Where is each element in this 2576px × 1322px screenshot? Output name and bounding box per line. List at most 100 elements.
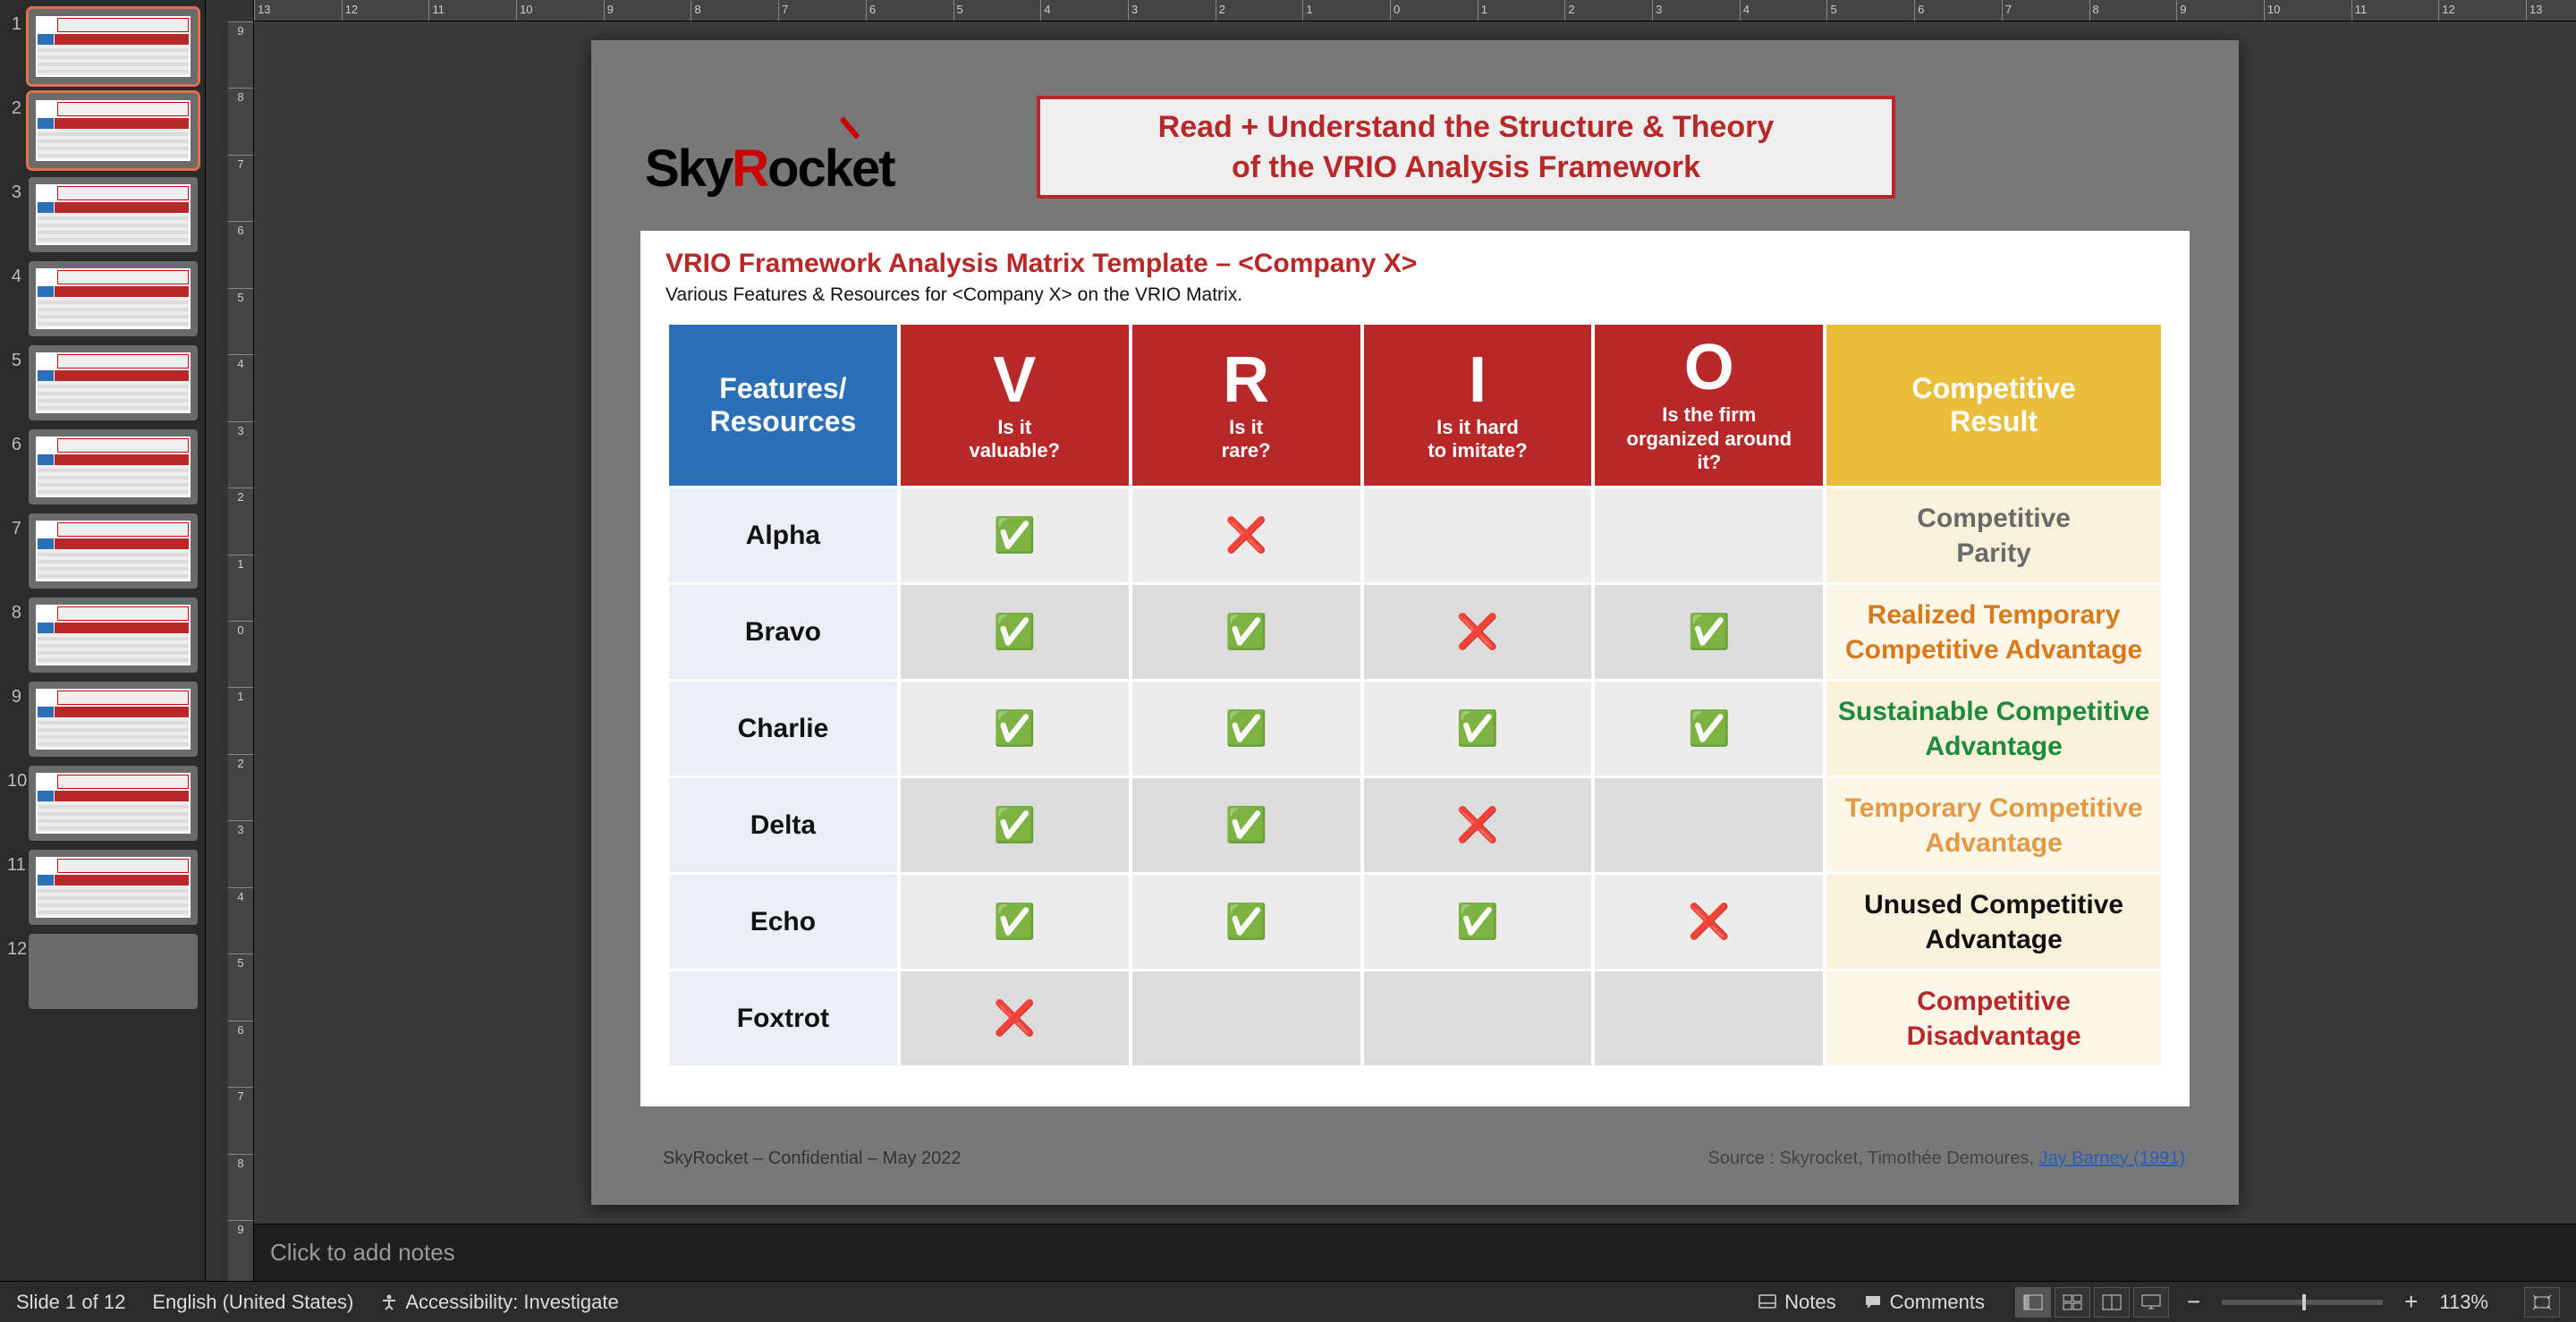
- slide-content[interactable]: VRIO Framework Analysis Matrix Template …: [640, 231, 2190, 1106]
- competitive-result: Sustainable CompetitiveAdvantage: [1826, 682, 2161, 775]
- slide-thumbnails-panel[interactable]: 123456789101112: [0, 0, 206, 1281]
- ruler-tick: 11: [428, 0, 445, 21]
- vrio-cell: ✅: [1595, 585, 1823, 679]
- ruler-tick: 7: [2002, 0, 2012, 21]
- ruler-tick: 6: [1914, 0, 1924, 21]
- banner-line2: of the VRIO Analysis Framework: [1232, 150, 1700, 185]
- competitive-result: Realized TemporaryCompetitive Advantage: [1826, 585, 2161, 679]
- table-row: Bravo✅✅❌✅Realized TemporaryCompetitive A…: [669, 585, 2161, 679]
- vrio-cell: ✅: [1364, 875, 1592, 969]
- ruler-tick: 5: [228, 288, 253, 304]
- vrio-cell: ✅: [1132, 875, 1360, 969]
- thumbnail-slide-12[interactable]: 12: [0, 934, 205, 1009]
- thumbnail-preview[interactable]: [29, 261, 198, 336]
- thumbnail-preview[interactable]: [29, 682, 198, 757]
- thumbnail-slide-11[interactable]: 11: [0, 850, 205, 925]
- thumbnail-number: 12: [7, 934, 29, 960]
- ruler-tick: 0: [228, 621, 253, 637]
- status-bar: Slide 1 of 12 English (United States) Ac…: [0, 1281, 2576, 1322]
- thumbnail-preview[interactable]: [29, 850, 198, 925]
- banner[interactable]: Read + Understand the Structure & Theory…: [1037, 96, 1895, 199]
- notes-button[interactable]: Notes: [1758, 1291, 1835, 1314]
- vrio-cell: ✅: [1132, 778, 1360, 872]
- thumbnail-slide-4[interactable]: 4: [0, 261, 205, 336]
- feature-name: Echo: [669, 875, 897, 969]
- vrio-cell: ✅: [1132, 682, 1360, 775]
- thumbnail-number: 8: [7, 597, 29, 623]
- thumbnail-preview[interactable]: [29, 345, 198, 420]
- thumbnail-slide-6[interactable]: 6: [0, 429, 205, 504]
- ruler-tick: 3: [228, 820, 253, 836]
- ruler-tick: 9: [228, 21, 253, 38]
- notes-pane[interactable]: Click to add notes: [254, 1224, 2576, 1281]
- vrio-cell: ✅: [1595, 682, 1823, 775]
- ruler-tick: 2: [1564, 0, 1574, 21]
- ruler-tick: 6: [228, 221, 253, 237]
- table-row: Echo✅✅✅❌Unused CompetitiveAdvantage: [669, 875, 2161, 969]
- thumbnail-slide-9[interactable]: 9: [0, 682, 205, 757]
- thumbnail-slide-7[interactable]: 7: [0, 513, 205, 589]
- footer-left: SkyRocket – Confidential – May 2022: [663, 1148, 962, 1169]
- thumbnail-number: 2: [7, 93, 29, 119]
- zoom-percent[interactable]: 113%: [2439, 1291, 2488, 1314]
- fit-window-button[interactable]: [2524, 1287, 2560, 1318]
- slide-canvas[interactable]: SkyRocket Read + Understand the Structur…: [591, 40, 2239, 1205]
- source-link[interactable]: Jay Barney (1991): [2039, 1148, 2185, 1168]
- vrio-cell: ❌: [1132, 488, 1360, 582]
- logo-text: Sky: [645, 140, 732, 198]
- thumbnail-preview[interactable]: [29, 934, 198, 1009]
- ruler-tick: 4: [228, 887, 253, 903]
- competitive-result: CompetitiveDisadvantage: [1826, 971, 2161, 1065]
- thumbnail-number: 7: [7, 513, 29, 539]
- reading-view-button[interactable]: [2094, 1287, 2130, 1318]
- comments-button[interactable]: Comments: [1863, 1291, 1985, 1314]
- thumbnail-slide-8[interactable]: 8: [0, 597, 205, 673]
- thumbnail-number: 11: [7, 850, 29, 876]
- ruler-tick: 11: [2351, 0, 2368, 21]
- thumbnail-slide-10[interactable]: 10: [0, 766, 205, 841]
- main-area: 123456789101112 9876543210123456789 1312…: [0, 0, 2576, 1281]
- cross-icon: ❌: [1456, 614, 1498, 651]
- ruler-tick: 10: [516, 0, 532, 21]
- vrio-cell: [1595, 778, 1823, 872]
- thumbnail-slide-1[interactable]: 1: [0, 9, 205, 84]
- thumbnail-preview[interactable]: [29, 9, 198, 84]
- vrio-cell: [1595, 971, 1823, 1065]
- footer-right: Source : Skyrocket, Timothée Demoures, J…: [1707, 1148, 2185, 1169]
- ruler-tick: 7: [228, 155, 253, 171]
- ruler-tick: 4: [1040, 0, 1050, 21]
- thumbnail-preview[interactable]: [29, 93, 198, 168]
- zoom-slider[interactable]: [2222, 1300, 2383, 1305]
- thumbnail-preview[interactable]: [29, 766, 198, 841]
- zoom-out-button[interactable]: −: [2182, 1288, 2206, 1316]
- ruler-tick: 6: [228, 1021, 253, 1037]
- ruler-tick: 13: [254, 0, 270, 21]
- normal-view-button[interactable]: [2015, 1287, 2051, 1318]
- ruler-tick: 6: [866, 0, 876, 21]
- thumbnail-preview[interactable]: [29, 177, 198, 252]
- table-header: VIs itvaluable?: [901, 325, 1129, 486]
- thumbnail-slide-3[interactable]: 3: [0, 177, 205, 252]
- table-header: CompetitiveResult: [1826, 325, 2161, 486]
- table-header: IIs it hardto imitate?: [1364, 325, 1592, 486]
- thumbnail-preview[interactable]: [29, 513, 198, 589]
- notes-icon: [1758, 1293, 1777, 1311]
- slide-area[interactable]: SkyRocket Read + Understand the Structur…: [254, 21, 2576, 1224]
- vrio-cell: ✅: [1364, 682, 1592, 775]
- thumbnail-preview[interactable]: [29, 429, 198, 504]
- check-icon: ✅: [1224, 807, 1267, 844]
- check-icon: ✅: [1688, 614, 1730, 651]
- thumbnail-slide-2[interactable]: 2: [0, 93, 205, 168]
- ruler-tick: 10: [2264, 0, 2280, 21]
- language-indicator[interactable]: English (United States): [152, 1291, 353, 1314]
- thumbnail-preview[interactable]: [29, 597, 198, 673]
- slide-sorter-button[interactable]: [2055, 1287, 2090, 1318]
- thumbnail-number: 9: [7, 682, 29, 708]
- slide-counter[interactable]: Slide 1 of 12: [16, 1291, 125, 1314]
- feature-name: Foxtrot: [669, 971, 897, 1065]
- zoom-in-button[interactable]: +: [2399, 1288, 2423, 1316]
- thumbnail-slide-5[interactable]: 5: [0, 345, 205, 420]
- table-row: Charlie✅✅✅✅Sustainable CompetitiveAdvant…: [669, 682, 2161, 775]
- slideshow-button[interactable]: [2133, 1287, 2169, 1318]
- accessibility-button[interactable]: Accessibility: Investigate: [380, 1291, 618, 1314]
